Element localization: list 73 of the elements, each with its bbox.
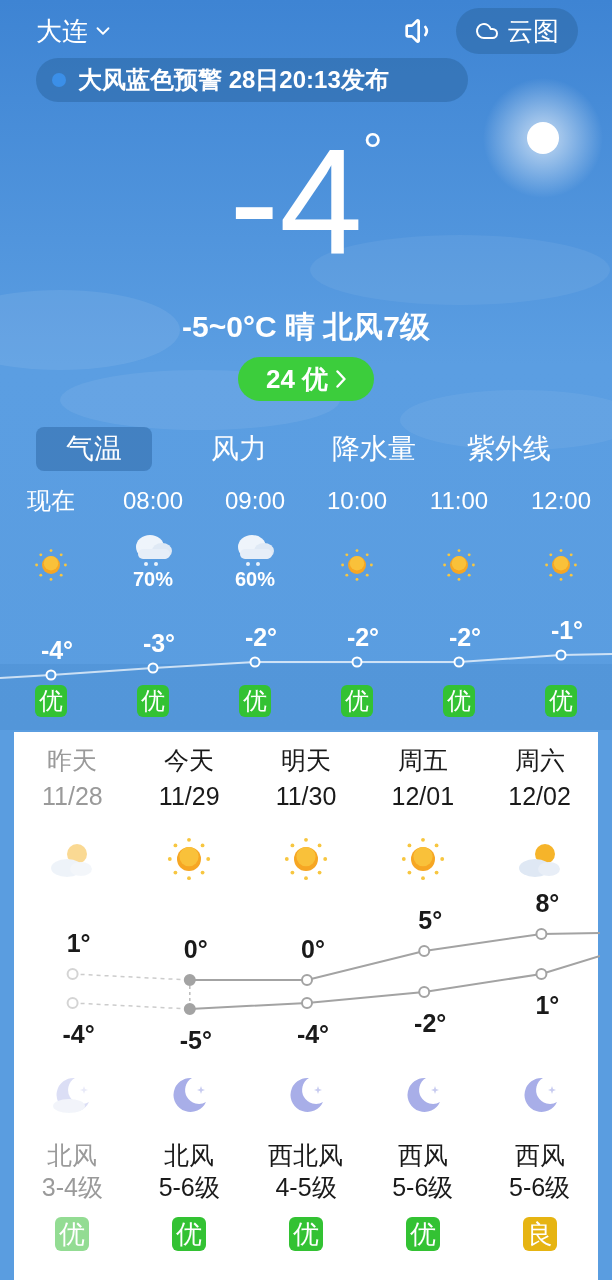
- air-quality-badge: 优: [55, 1217, 90, 1251]
- air-quality-badge: 优: [137, 685, 169, 717]
- precipitation-chance: 60%: [235, 567, 275, 591]
- hour-label: 10:00: [325, 486, 389, 516]
- temperature-label: -1°: [550, 615, 584, 645]
- precipitation-chance: 70%: [133, 567, 173, 591]
- date-label: 12/01: [391, 781, 455, 812]
- air-quality-badge: 优: [172, 1217, 207, 1251]
- low-temperature: -4°: [296, 1019, 330, 1050]
- high-temperature: 0°: [183, 934, 208, 965]
- air-quality-badge: 良: [522, 1217, 557, 1251]
- date-label: 11/29: [158, 781, 220, 812]
- tab[interactable]: 气温: [36, 427, 152, 471]
- temperature-label: -3°: [142, 628, 176, 658]
- temperature-label: -4°: [40, 635, 74, 665]
- air-quality-button[interactable]: 24 优: [238, 357, 374, 401]
- wind-level: 5-6级: [509, 1172, 571, 1203]
- wind-level: 5-6级: [392, 1172, 454, 1203]
- hour-label: 11:00: [428, 486, 490, 516]
- air-quality-badge: 优: [289, 1217, 323, 1251]
- wind-direction: 西风: [397, 1140, 448, 1171]
- chevron-right-icon: [336, 370, 347, 388]
- wind-direction: 北风: [47, 1140, 98, 1171]
- air-quality-badge: 优: [341, 685, 373, 717]
- day-label: 明天: [281, 745, 331, 776]
- temperature-label: -2°: [346, 622, 380, 652]
- air-quality-badge: 优: [443, 685, 475, 717]
- temperature-label: -2°: [244, 622, 278, 652]
- sun-icon: [33, 547, 69, 583]
- hour-label: 09:00: [223, 486, 287, 516]
- low-temperature: -2°: [414, 1008, 447, 1039]
- sun-icon: [339, 547, 375, 583]
- warning-text: 大风蓝色预警 28日20:13发布: [78, 65, 389, 95]
- day-label: 周五: [397, 745, 448, 776]
- wind-direction: 北风: [164, 1140, 215, 1171]
- city-selector[interactable]: 大连: [36, 11, 114, 51]
- high-temperature: 1°: [66, 928, 91, 959]
- tab[interactable]: 降水量: [315, 427, 432, 471]
- wind-level: 3-4级: [41, 1172, 103, 1203]
- high-temperature: 8°: [535, 888, 560, 919]
- date-label: 12/02: [508, 781, 571, 812]
- tab[interactable]: 风力: [180, 427, 297, 471]
- hour-label: 现在: [26, 486, 76, 516]
- day-label: 周六: [514, 745, 565, 776]
- day-label: 今天: [164, 745, 215, 776]
- wind-level: 5-6级: [158, 1172, 220, 1203]
- hour-label: 08:00: [121, 486, 185, 516]
- temperature-label: -2°: [448, 622, 482, 652]
- air-quality-badge: 优: [239, 685, 271, 717]
- current-temperature: -4: [229, 126, 363, 276]
- wind-direction: 西北风: [268, 1140, 344, 1171]
- sun-icon: [441, 547, 477, 583]
- weather-summary: -5~0°C 晴 北风7级: [182, 309, 430, 345]
- air-quality-badge: 优: [545, 685, 577, 717]
- date-label: 11/30: [275, 781, 337, 812]
- cloud-map-button[interactable]: 云图: [456, 8, 578, 54]
- high-temperature: 5°: [418, 905, 443, 936]
- date-label: 11/28: [42, 781, 103, 812]
- degree-symbol: °: [362, 126, 383, 181]
- low-temperature: 1°: [535, 990, 560, 1021]
- low-temperature: -4°: [62, 1019, 95, 1050]
- air-quality-badge: 优: [35, 685, 67, 717]
- sun-icon: [282, 835, 330, 883]
- warning-banner[interactable]: 大风蓝色预警 28日20:13发布: [36, 58, 468, 102]
- air-quality-badge: 优: [405, 1217, 440, 1251]
- low-temperature: -5°: [179, 1025, 212, 1056]
- hour-label: 12:00: [529, 486, 593, 516]
- high-temperature: 0°: [301, 934, 325, 965]
- wind-level: 4-5级: [275, 1172, 337, 1203]
- tab[interactable]: 紫外线: [450, 427, 567, 471]
- day-label: 昨天: [47, 745, 98, 776]
- sun-icon: [543, 547, 579, 583]
- wind-direction: 西风: [514, 1140, 565, 1171]
